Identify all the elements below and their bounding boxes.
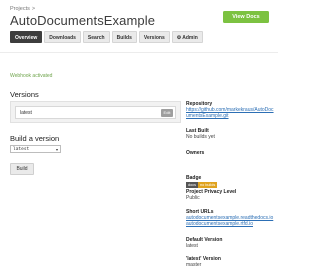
default-version-info: Default Version latest — [186, 237, 276, 249]
badge-label: Badge — [186, 175, 202, 181]
owners-label: Owners — [186, 150, 205, 156]
short-urls-info: Short URLs autodocumentsexample.readthed… — [186, 209, 276, 227]
gear-icon: ⚙ — [176, 35, 182, 41]
docs-badge[interactable]: docs no builds — [186, 182, 218, 188]
badge-info: Badge — [186, 175, 276, 181]
tab-search[interactable]: Search — [82, 31, 110, 43]
badge-left-text: docs — [186, 182, 199, 188]
view-docs-button[interactable]: View Docs — [223, 11, 269, 23]
tab-builds[interactable]: Builds — [111, 31, 137, 43]
project-title: AutoDocumentsExample — [10, 13, 156, 28]
webhook-notice: Webhook activated — [10, 73, 53, 79]
project-header: Projects > AutoDocumentsExample View Docs — [0, 0, 278, 56]
repository-info: Repository https://github.com/markekraus… — [186, 101, 276, 119]
build-button[interactable]: Build — [10, 163, 34, 175]
tab-admin-label: Admin — [182, 35, 198, 41]
short-url-link-2[interactable]: autodocumentsexample.rtfd.io — [186, 221, 276, 227]
project-tabs: Overview Downloads Search Builds Version… — [10, 31, 203, 43]
versions-heading: Versions — [10, 90, 39, 99]
default-version-value: latest — [186, 243, 198, 249]
version-name-link[interactable]: latest — [20, 110, 32, 116]
tab-overview[interactable]: Overview — [10, 31, 43, 43]
header-divider — [0, 52, 278, 53]
breadcrumb-separator: > — [31, 6, 36, 12]
build-heading: Build a version — [10, 134, 60, 143]
badge-right-text: no builds — [198, 182, 218, 188]
tab-admin[interactable]: ⚙Admin — [171, 31, 203, 43]
breadcrumb: Projects > — [10, 6, 35, 12]
repository-link[interactable]: https://github.com/markekraus/AutoDocume… — [186, 107, 276, 119]
breadcrumb-projects-link[interactable]: Projects — [10, 6, 30, 12]
privacy-info: Project Privacy Level Public — [186, 189, 276, 201]
owners-info: Owners — [186, 150, 276, 156]
latest-version-info: 'latest' Version master — [186, 256, 276, 268]
tab-downloads[interactable]: Downloads — [44, 31, 81, 43]
version-select[interactable]: latest ▾ — [10, 145, 61, 153]
edit-version-button[interactable]: Edit — [161, 109, 173, 117]
chevron-down-icon: ▾ — [55, 147, 58, 152]
versions-list: latest Edit — [10, 101, 181, 123]
latest-version-value: master — [186, 262, 202, 268]
last-built-value: No builds yet — [186, 134, 215, 140]
tab-versions[interactable]: Versions — [138, 31, 170, 43]
version-select-value: latest — [13, 147, 30, 152]
last-built-info: Last Built No builds yet — [186, 128, 276, 140]
privacy-value: Public — [186, 195, 200, 201]
version-row: latest Edit — [15, 106, 176, 119]
